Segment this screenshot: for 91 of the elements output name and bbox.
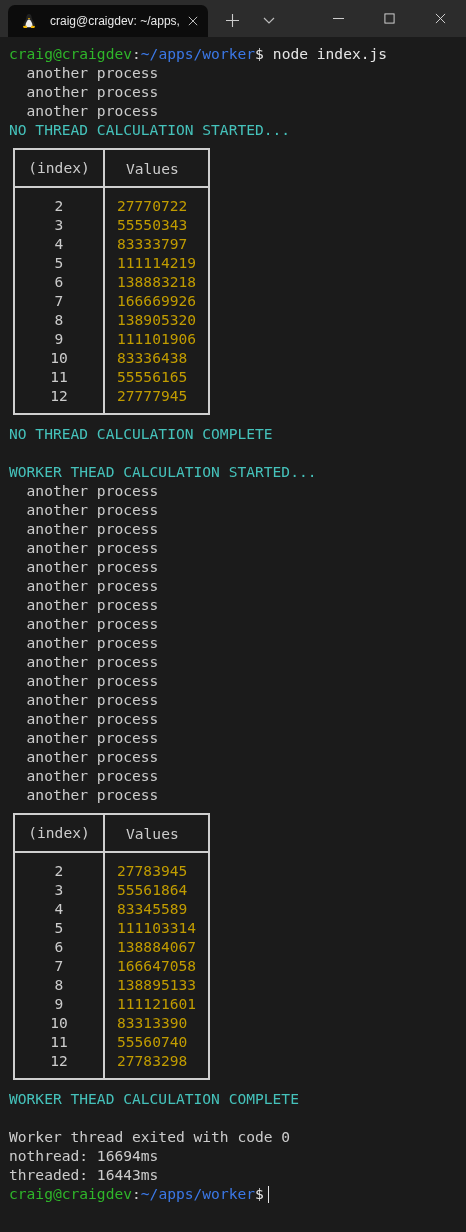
prompt-symbol: $: [255, 45, 264, 62]
index-cell-text: 2: [53, 861, 65, 880]
dropdown-icon[interactable]: [263, 17, 275, 24]
value-cell-text: 27783945: [116, 861, 189, 880]
output-line: another process: [25, 633, 160, 652]
output-line: another process: [25, 652, 160, 671]
new-tab-icon[interactable]: [226, 14, 239, 27]
value-cell-text: 55550343: [116, 215, 189, 234]
prompt-separator: :: [132, 1185, 141, 1202]
index-cell-text: 4: [53, 899, 65, 918]
value-cell-text: 111103314: [116, 918, 198, 937]
value-cell-text: 27777945: [116, 386, 189, 405]
close-tab-icon[interactable]: [188, 16, 198, 26]
value-cell-text: 166669926: [116, 291, 198, 310]
value-cell-text: 55560740: [116, 1032, 189, 1051]
close-icon[interactable]: [435, 13, 446, 24]
value-cell-text: 111121601: [116, 994, 198, 1013]
output-line: another process: [25, 709, 160, 728]
status-message: WORKER THEAD CALCULATION STARTED...: [9, 462, 318, 481]
output-line: another process: [25, 747, 160, 766]
index-cell-text: 5: [53, 253, 65, 272]
output-line: another process: [25, 576, 160, 595]
index-cell-text: 10: [49, 348, 69, 367]
output-line: another process: [25, 766, 160, 785]
value-cell-text: 138883218: [116, 272, 198, 291]
status-message: WORKER THEAD CALCULATION COMPLETE: [9, 1089, 300, 1108]
terminal-tab[interactable]: craig@craigdev: ~/apps,: [8, 5, 208, 37]
index-cell-text: 6: [53, 272, 65, 291]
column-header: (index): [15, 815, 105, 851]
prompt-separator: :: [132, 45, 141, 62]
output-line: another process: [25, 101, 160, 120]
index-cell-text: 2: [53, 196, 65, 215]
value-cell-text: 138905320: [116, 310, 198, 329]
index-cell-text: 6: [53, 937, 65, 956]
output-line: another process: [25, 519, 160, 538]
value-cell-text: 111114219: [116, 253, 198, 272]
index-cell-text: 11: [49, 367, 69, 386]
output-line: another process: [25, 690, 160, 709]
prompt-path: ~/apps/worker: [140, 45, 256, 62]
output-line: another process: [25, 82, 160, 101]
value-cell-text: 166647058: [116, 956, 198, 975]
output-line: another process: [25, 500, 160, 519]
column-header: Values: [125, 823, 180, 843]
index-cell-text: 4: [53, 234, 65, 253]
output-line: another process: [25, 785, 160, 804]
value-cell-text: 83345589: [116, 899, 189, 918]
output-line: threaded: 16443ms: [9, 1165, 160, 1184]
prompt-user: craig@craigdev: [9, 45, 132, 62]
output-line: another process: [25, 557, 160, 576]
status-message: NO THREAD CALCULATION COMPLETE: [9, 424, 274, 443]
index-cell-text: 11: [49, 1032, 69, 1051]
output-line: nothread: 16694ms: [9, 1146, 160, 1165]
value-cell-text: 55561864: [116, 880, 189, 899]
maximize-icon[interactable]: [384, 13, 395, 24]
index-cell-text: 12: [49, 386, 69, 405]
index-cell-text: 10: [49, 1013, 69, 1032]
output-line: another process: [25, 671, 160, 690]
value-cell-text: 138895133: [116, 975, 198, 994]
output-line: another process: [25, 614, 160, 633]
value-cell-text: 27783298: [116, 1051, 189, 1070]
output-line: Worker thread exited with code 0: [9, 1127, 292, 1146]
prompt-path: ~/apps/worker: [140, 1185, 256, 1202]
value-cell-text: 55556165: [116, 367, 189, 386]
status-message: NO THREAD CALCULATION STARTED...: [9, 120, 292, 139]
index-cell-text: 7: [53, 956, 65, 975]
output-line: another process: [25, 595, 160, 614]
index-cell-text: 9: [53, 329, 65, 348]
column-header: (index): [15, 150, 105, 186]
index-cell-text: 3: [53, 215, 65, 234]
value-cell-text: 27770722: [116, 196, 189, 215]
output-line: another process: [25, 63, 160, 82]
index-cell-text: 5: [53, 918, 65, 937]
index-cell-text: 8: [53, 310, 65, 329]
value-cell-text: 83313390: [116, 1013, 189, 1032]
prompt-user: craig@craigdev: [9, 1185, 132, 1202]
index-cell-text: 7: [53, 291, 65, 310]
value-cell-text: 111101906: [116, 329, 198, 348]
index-cell-text: 9: [53, 994, 65, 1013]
value-cell-text: 83333797: [116, 234, 189, 253]
index-cell-text: 8: [53, 975, 65, 994]
penguin-icon: [22, 13, 36, 29]
index-cell-text: 12: [49, 1051, 69, 1070]
output-line: another process: [25, 728, 160, 747]
column-header: Values: [125, 158, 180, 178]
prompt-symbol: $: [255, 1185, 264, 1202]
output-line: another process: [25, 538, 160, 557]
output-line: another process: [25, 481, 160, 500]
index-cell-text: 3: [53, 880, 65, 899]
value-cell-text: 138884067: [116, 937, 198, 956]
command-text: node index.js: [272, 45, 388, 62]
value-cell-text: 83336438: [116, 348, 189, 367]
